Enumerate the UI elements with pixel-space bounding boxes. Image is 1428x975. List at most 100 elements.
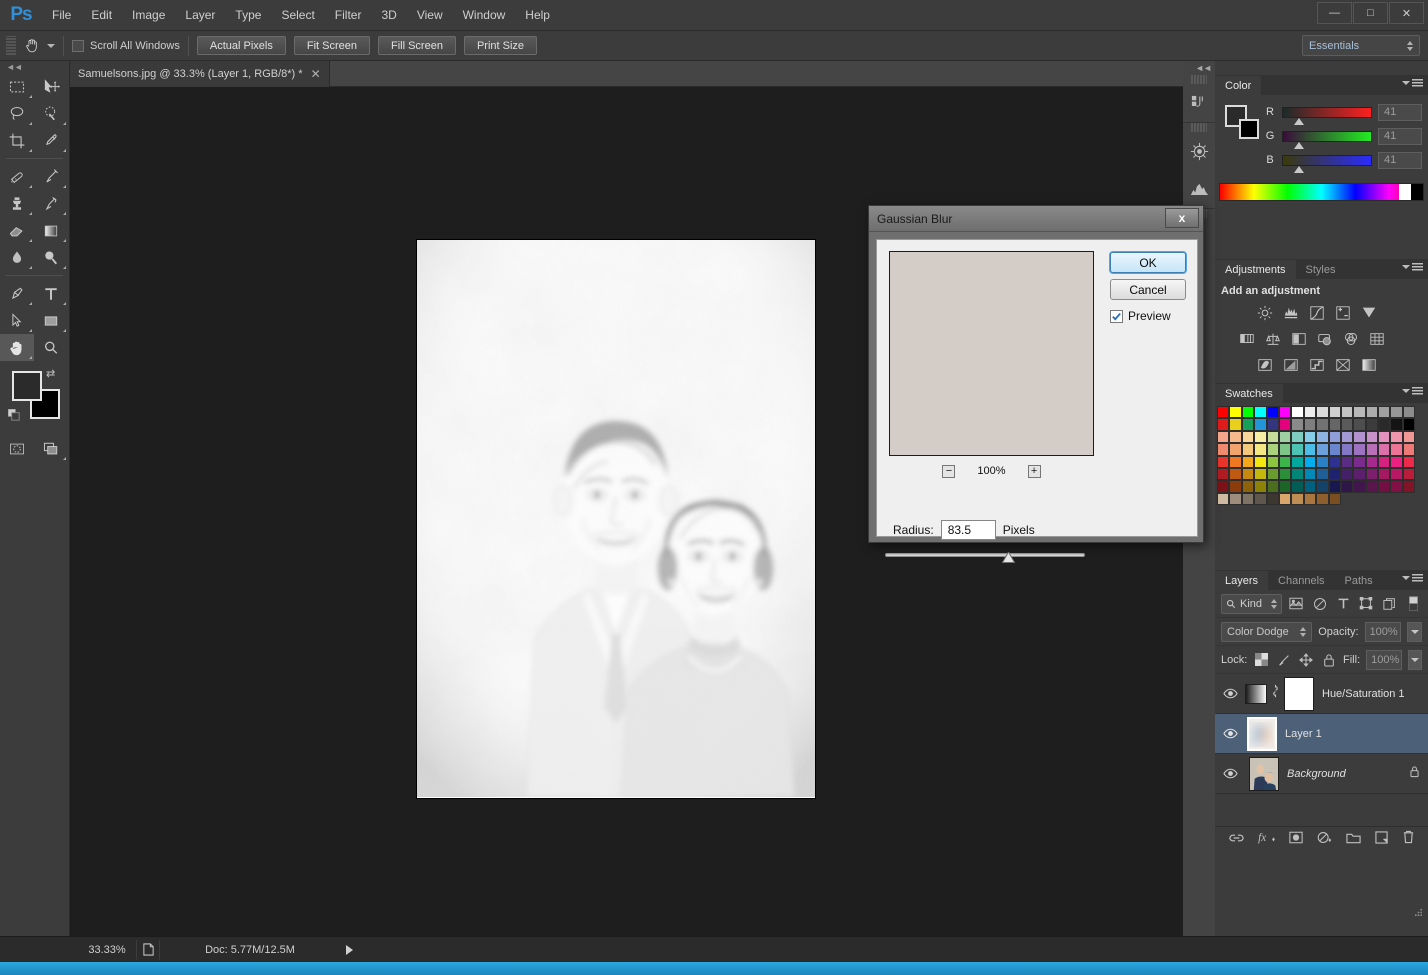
swatch[interactable] [1266, 406, 1279, 419]
lock-all-icon[interactable] [1321, 651, 1337, 669]
swatch[interactable] [1402, 406, 1416, 419]
menu-item-window[interactable]: Window [453, 4, 516, 26]
channel-slider-thumb[interactable] [1293, 165, 1304, 173]
layer-row-hue-saturation[interactable]: Hue/Saturation 1 [1215, 674, 1428, 714]
swatch[interactable] [1254, 430, 1267, 444]
hue-saturation-icon[interactable] [1237, 329, 1257, 349]
swatch[interactable] [1254, 492, 1267, 506]
tab-color[interactable]: Color [1215, 76, 1262, 95]
tool-horizontal-type[interactable] [34, 280, 68, 307]
swatch[interactable] [1365, 467, 1379, 481]
swatch[interactable] [1254, 443, 1267, 456]
swatch[interactable] [1328, 480, 1341, 493]
swatch[interactable] [1303, 418, 1317, 431]
layer-filter-chevron-icon[interactable] [1270, 598, 1277, 609]
filter-toggle-icon[interactable] [1405, 595, 1422, 613]
layer-thumbnail[interactable] [1249, 756, 1279, 791]
swatch[interactable] [1303, 406, 1317, 419]
view-button-fit-screen[interactable]: Fit Screen [293, 36, 370, 55]
swatch[interactable] [1390, 443, 1403, 456]
swatch[interactable] [1353, 467, 1366, 481]
swatch[interactable] [1402, 418, 1416, 431]
swatch[interactable] [1278, 418, 1292, 431]
close-document-icon[interactable]: ✕ [311, 67, 321, 81]
swatch[interactable] [1217, 455, 1230, 468]
swatch[interactable] [1390, 455, 1403, 468]
menu-item-image[interactable]: Image [122, 4, 175, 26]
swatch[interactable] [1353, 480, 1366, 493]
status-menu-arrow-icon[interactable] [346, 944, 353, 955]
swatch[interactable] [1254, 418, 1267, 431]
swatch[interactable] [1291, 480, 1304, 493]
swatch[interactable] [1316, 492, 1329, 506]
new-group-icon[interactable] [1345, 831, 1361, 849]
tool-preset-chevron-down-icon[interactable] [47, 43, 55, 48]
document-canvas[interactable] [416, 239, 816, 799]
swatch[interactable] [1340, 480, 1354, 493]
swatch[interactable] [1278, 492, 1292, 506]
swatch[interactable] [1241, 430, 1255, 444]
swatch[interactable] [1353, 406, 1366, 419]
swatch[interactable] [1378, 480, 1391, 493]
workspace-selector[interactable]: Essentials [1302, 35, 1420, 56]
zoom-level-field[interactable]: 33.33% [78, 944, 136, 956]
swatch[interactable] [1241, 406, 1255, 419]
channel-slider-r[interactable] [1282, 106, 1372, 125]
swatch[interactable] [1229, 492, 1242, 506]
swatch[interactable] [1365, 480, 1379, 493]
tool-eyedropper[interactable] [34, 127, 68, 154]
swatch[interactable] [1229, 443, 1242, 456]
swatch[interactable] [1254, 467, 1267, 481]
swatch[interactable] [1328, 492, 1341, 506]
channel-value-g[interactable]: 41 [1378, 127, 1422, 145]
swatch[interactable] [1316, 406, 1329, 419]
selective-color-icon[interactable] [1333, 355, 1353, 375]
opacity-dropdown-icon[interactable] [1407, 621, 1422, 642]
tool-eraser[interactable] [0, 217, 34, 244]
swatch[interactable] [1402, 443, 1416, 456]
swatch[interactable] [1291, 418, 1304, 431]
swatch[interactable] [1328, 467, 1341, 481]
lock-image-pixels-icon[interactable] [1276, 651, 1292, 669]
color-lookup-icon[interactable] [1367, 329, 1387, 349]
swatch[interactable] [1328, 430, 1341, 444]
tool-history-brush[interactable] [34, 190, 68, 217]
swatch[interactable] [1266, 443, 1279, 456]
tool-brush[interactable] [34, 163, 68, 190]
threshold-icon[interactable] [1307, 355, 1327, 375]
layer-style-fx-icon[interactable]: fx [1258, 831, 1275, 849]
tool-crop[interactable] [0, 127, 34, 154]
tab-adjustments[interactable]: Adjustments [1215, 260, 1296, 279]
curves-icon[interactable] [1307, 303, 1327, 323]
layer-row-background[interactable]: Background [1215, 754, 1428, 794]
channel-slider-thumb[interactable] [1293, 141, 1304, 149]
menu-item-filter[interactable]: Filter [325, 4, 372, 26]
swatch[interactable] [1241, 418, 1255, 431]
swatch[interactable] [1390, 406, 1403, 419]
swatch[interactable] [1303, 467, 1317, 481]
new-layer-icon[interactable] [1374, 830, 1388, 849]
spectrum-white-chip[interactable] [1399, 184, 1411, 200]
swatch[interactable] [1278, 430, 1292, 444]
invert-icon[interactable] [1255, 355, 1275, 375]
layer-filter-kind-select[interactable]: Kind [1221, 593, 1282, 614]
swatch[interactable] [1266, 455, 1279, 468]
swatch[interactable] [1390, 418, 1403, 431]
add-mask-icon[interactable] [1288, 831, 1303, 849]
layer-row-layer-1[interactable]: Layer 1 [1215, 714, 1428, 754]
tab-layers[interactable]: Layers [1215, 571, 1269, 590]
preview-checkbox[interactable] [1110, 309, 1123, 323]
swatch[interactable] [1278, 480, 1292, 493]
swatch[interactable] [1229, 406, 1242, 419]
tool-path-selection[interactable] [0, 307, 34, 334]
tab-swatches[interactable]: Swatches [1215, 384, 1283, 403]
swatch[interactable] [1291, 430, 1304, 444]
filter-pixel-layers-icon[interactable] [1288, 595, 1305, 613]
tool-move[interactable] [34, 73, 68, 100]
adjustment-layer-thumbnail[interactable] [1245, 683, 1267, 704]
zoom-out-button[interactable]: − [942, 464, 956, 478]
resize-grip-icon[interactable] [1414, 904, 1423, 922]
filter-type-layers-icon[interactable] [1334, 595, 1351, 613]
swatch[interactable] [1254, 406, 1267, 419]
tool-quick-selection[interactable] [34, 100, 68, 127]
